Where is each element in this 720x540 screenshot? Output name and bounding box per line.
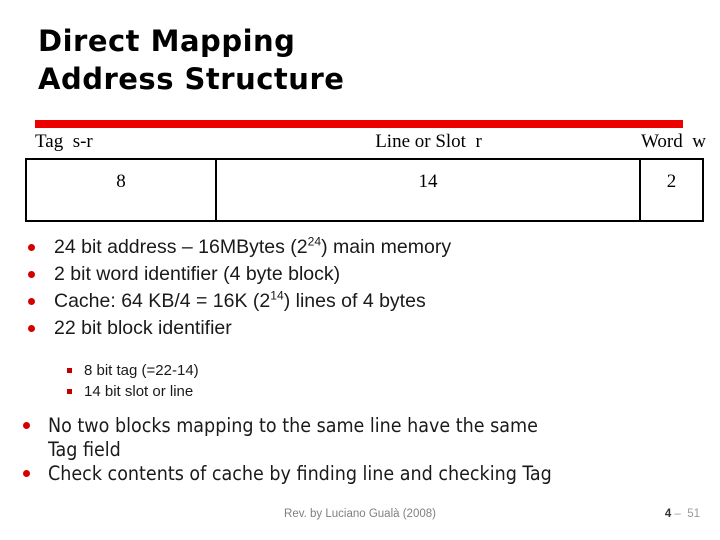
bullet-dot-icon: [23, 470, 30, 477]
title-line-2: Address Structure: [38, 62, 345, 96]
bullet-dot-icon: [28, 325, 35, 332]
header-label-word: Word w: [641, 131, 706, 152]
footer-page-separator: –: [671, 508, 688, 520]
bullet-text-sup: 24: [307, 234, 322, 249]
bullet-text-pre: 22 bit block identifier: [54, 317, 232, 339]
sub-bullet-text: 8 bit tag (=22-14): [84, 362, 199, 379]
footer-credit: Rev. by Luciano Gualà (2008): [284, 508, 436, 520]
bullet-list-secondary: No two blocks mapping to the same line h…: [18, 414, 708, 486]
address-structure-table: 8 14 2: [25, 158, 704, 222]
bullet-dot-icon: [28, 271, 35, 278]
list-item: 8 bit tag (=22-14): [22, 360, 622, 381]
list-item: No two blocks mapping to the same line h…: [18, 414, 708, 462]
list-item: 24 bit address – 16MBytes (224) main mem…: [22, 234, 702, 261]
cell-word-bits: 2: [666, 171, 677, 192]
cell-line-bits: 14: [217, 160, 641, 220]
lower-bullet-line-1: No two blocks mapping to the same line h…: [48, 414, 538, 437]
bullet-text-post: ) main memory: [321, 236, 452, 258]
bullet-dot-icon: [23, 422, 30, 429]
bullet-square-icon: [67, 368, 72, 373]
list-item: Cache: 64 KB/4 = 16K (214) lines of 4 by…: [22, 288, 702, 315]
address-structure-headers: Tag s-r Line or Slot r Word w: [25, 131, 706, 157]
list-item: 22 bit block identifier: [22, 315, 702, 342]
footer-page-total: 51: [687, 508, 700, 520]
lower-bullet-line-1: Check contents of cache by finding line …: [48, 462, 552, 485]
bullet-square-icon: [67, 389, 72, 394]
title-line-1: Direct Mapping: [38, 24, 296, 58]
bullet-list-primary: 24 bit address – 16MBytes (224) main mem…: [22, 234, 702, 342]
bullet-text-pre: Cache: 64 KB/4 = 16K (2: [54, 290, 271, 312]
list-item: Check contents of cache by finding line …: [18, 462, 708, 486]
sub-bullet-text: 14 bit slot or line: [84, 383, 194, 400]
bullet-text-sup: 14: [270, 288, 284, 303]
bullet-list-sub: 8 bit tag (=22-14) 14 bit slot or line: [22, 360, 622, 402]
header-label-line: Line or Slot r: [375, 131, 482, 152]
page-title: Direct Mapping Address Structure: [38, 22, 688, 98]
bullet-dot-icon: [28, 298, 35, 305]
bullet-dot-icon: [28, 244, 35, 251]
bullet-text-pre: 2 bit word identifier (4 byte block): [54, 263, 341, 285]
bullet-text-post: ) lines of 4 bytes: [283, 290, 426, 312]
lower-bullet-line-2: Tag field: [48, 438, 121, 461]
title-divider: [35, 120, 683, 128]
footer-page-indicator: 4 – 51: [665, 508, 700, 520]
list-item: 2 bit word identifier (4 byte block): [22, 261, 702, 288]
list-item: 14 bit slot or line: [22, 381, 622, 402]
header-label-tag: Tag s-r: [35, 131, 93, 152]
slide-canvas: Direct Mapping Address Structure Tag s-r…: [0, 0, 720, 540]
cell-tag-bits: 8: [27, 160, 217, 220]
bullet-text-pre: 24 bit address – 16MBytes (2: [54, 236, 308, 258]
